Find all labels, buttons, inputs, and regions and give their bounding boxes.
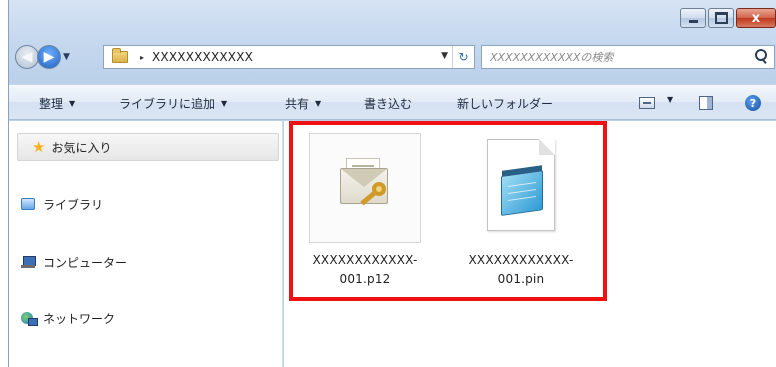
- chevron-down-icon: ▼: [221, 99, 228, 108]
- file-name: XXXXXXXXXXXX- 001.p12: [306, 251, 424, 289]
- share-menu[interactable]: 共有 ▼: [285, 95, 321, 112]
- new-folder-label: 新しいフォルダー: [457, 97, 554, 111]
- file-thumbnail: [309, 133, 421, 243]
- sidebar-item-computer[interactable]: コンピューター: [21, 251, 127, 273]
- recent-pages-dropdown[interactable]: ▼: [63, 52, 70, 62]
- refresh-button[interactable]: ↻: [452, 46, 474, 68]
- change-view-icon[interactable]: [639, 97, 655, 109]
- add-to-library-label: ライブラリに追加: [119, 97, 216, 111]
- close-icon: x: [751, 10, 761, 26]
- breadcrumb-separator-icon[interactable]: ▸: [140, 53, 144, 62]
- search-input[interactable]: [490, 50, 750, 64]
- breadcrumb-current-folder[interactable]: XXXXXXXXXXXX: [152, 50, 253, 64]
- search-box[interactable]: [481, 45, 775, 69]
- close-button[interactable]: x: [736, 8, 776, 28]
- new-folder-button[interactable]: 新しいフォルダー: [457, 95, 553, 112]
- star-icon: ★: [32, 137, 46, 156]
- network-icon: [21, 311, 38, 326]
- file-item-pin[interactable]: XXXXXXXXXXXX- 001.pin: [462, 133, 580, 289]
- add-to-library-menu[interactable]: ライブラリに追加 ▼: [119, 95, 227, 112]
- chevron-down-icon: ▼: [667, 95, 674, 104]
- burn-button[interactable]: 書き込む: [364, 95, 412, 112]
- navigation-pane: ★ お気に入り ライブラリ コンピューター ネットワーク: [9, 121, 283, 367]
- notepad-icon: [501, 170, 543, 216]
- file-thumbnail: [465, 133, 577, 243]
- navigation-row: ◀ ▶ ▼ ▸ XXXXXXXXXXXX ▼ ↻: [9, 42, 776, 72]
- minimize-button[interactable]: [680, 8, 706, 28]
- sidebar-item-favorites[interactable]: ★ お気に入り: [17, 133, 279, 161]
- file-name-line1: XXXXXXXXXXXX-: [312, 253, 418, 267]
- file-name-line2: 001.p12: [339, 272, 391, 286]
- chevron-down-icon: ▼: [315, 99, 322, 108]
- address-history-dropdown-icon[interactable]: ▼: [441, 51, 448, 61]
- file-list-area: XXXXXXXXXXXX- 001.p12 XXXXXXXXXXXX- 001.…: [284, 121, 776, 367]
- sidebar-item-label: ネットワーク: [43, 311, 116, 326]
- file-name: XXXXXXXXXXXX- 001.pin: [462, 251, 580, 289]
- share-label: 共有: [285, 97, 310, 111]
- forward-button[interactable]: ▶: [37, 45, 61, 69]
- preview-pane-icon[interactable]: [699, 96, 713, 110]
- organize-menu[interactable]: 整理 ▼: [39, 95, 75, 112]
- maximize-button[interactable]: [708, 8, 734, 28]
- explorer-window: x ◀ ▶ ▼ ▸ XXXXXXXXXXXX ▼ ↻ 整理 ▼ ライブラリに追加…: [8, 0, 776, 367]
- burn-label: 書き込む: [364, 97, 413, 111]
- file-name-line2: 001.pin: [497, 272, 545, 286]
- chevron-down-icon: ▼: [69, 99, 76, 108]
- sidebar-item-label: ライブラリ: [43, 197, 104, 212]
- sidebar-item-label: コンピューター: [43, 255, 128, 270]
- organize-label: 整理: [39, 97, 64, 111]
- sidebar-item-libraries[interactable]: ライブラリ: [21, 193, 103, 215]
- sidebar-item-network[interactable]: ネットワーク: [21, 307, 115, 329]
- search-icon[interactable]: [754, 49, 768, 65]
- help-icon[interactable]: ?: [745, 95, 761, 111]
- folder-icon: [112, 48, 128, 63]
- sidebar-item-label: お気に入り: [51, 140, 112, 155]
- key-ring-icon: [372, 182, 386, 196]
- file-item-p12[interactable]: XXXXXXXXXXXX- 001.p12: [306, 133, 424, 289]
- computer-icon: [21, 256, 36, 268]
- window-caption-buttons: x: [678, 8, 776, 30]
- view-options-dropdown[interactable]: ▼: [661, 95, 673, 104]
- address-bar[interactable]: ▸ XXXXXXXXXXXX ▼ ↻: [103, 45, 475, 69]
- library-icon: [21, 198, 35, 210]
- file-name-line1: XXXXXXXXXXXX-: [468, 253, 574, 267]
- command-bar: 整理 ▼ ライブラリに追加 ▼ 共有 ▼ 書き込む 新しいフォルダー ▼ ?: [9, 84, 776, 120]
- back-button[interactable]: ◀: [15, 45, 39, 69]
